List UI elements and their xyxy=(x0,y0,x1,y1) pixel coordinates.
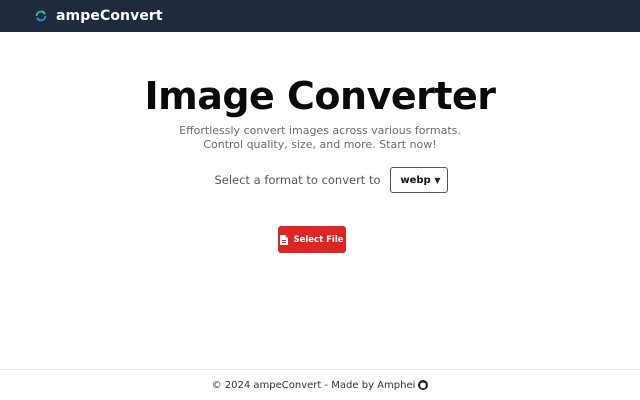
subtitle-line-2: Control quality, size, and more. Start n… xyxy=(203,138,437,151)
navbar: ampeConvert xyxy=(0,0,640,32)
format-label: Select a format to convert to xyxy=(214,173,381,187)
footer-text: © 2024 ampeConvert - Made by Amphei xyxy=(211,379,416,391)
file-icon xyxy=(280,234,289,245)
footer: © 2024 ampeConvert - Made by Amphei xyxy=(0,369,640,400)
github-icon[interactable] xyxy=(418,380,429,390)
subtitle-line-1: Effortlessly convert images across vario… xyxy=(179,124,461,137)
refresh-arrows-icon[interactable] xyxy=(34,9,48,23)
select-file-label: Select File xyxy=(293,234,344,245)
format-select[interactable]: webp ▼ xyxy=(389,167,448,193)
format-row: Select a format to convert to webp ▼ xyxy=(0,167,640,193)
brand-name[interactable]: ampeConvert xyxy=(56,8,163,24)
hero-subtitle: Effortlessly convert images across vario… xyxy=(0,124,640,152)
page-title: Image Converter xyxy=(144,74,496,118)
format-select-value: webp xyxy=(400,174,431,186)
select-file-button[interactable]: Select File xyxy=(278,226,346,253)
